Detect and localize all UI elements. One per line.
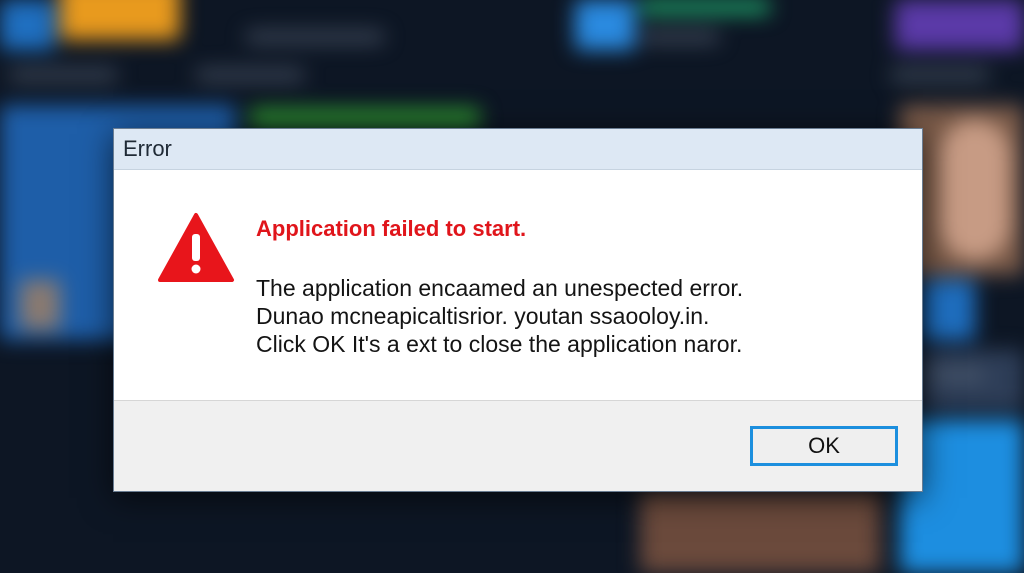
- error-dialog: Error Application failed to start. The a…: [113, 128, 923, 492]
- ok-button[interactable]: OK: [750, 426, 898, 466]
- warning-triangle-icon: [158, 213, 234, 282]
- dialog-title: Error: [123, 136, 172, 161]
- error-message: The application encaamed an unespected e…: [256, 274, 876, 358]
- error-message-line: Dunao mcneapicaltisrior. youtan ssaooloy…: [256, 303, 710, 329]
- error-heading: Application failed to start.: [256, 216, 527, 241]
- error-message-line: The application encaamed an unespected e…: [256, 275, 744, 301]
- dialog-content: Application failed to start. The applica…: [114, 170, 922, 400]
- error-message-line: Click OK It's a ext to close the applica…: [256, 331, 743, 357]
- dialog-titlebar[interactable]: Error: [114, 129, 922, 170]
- dialog-footer: OK: [114, 400, 922, 491]
